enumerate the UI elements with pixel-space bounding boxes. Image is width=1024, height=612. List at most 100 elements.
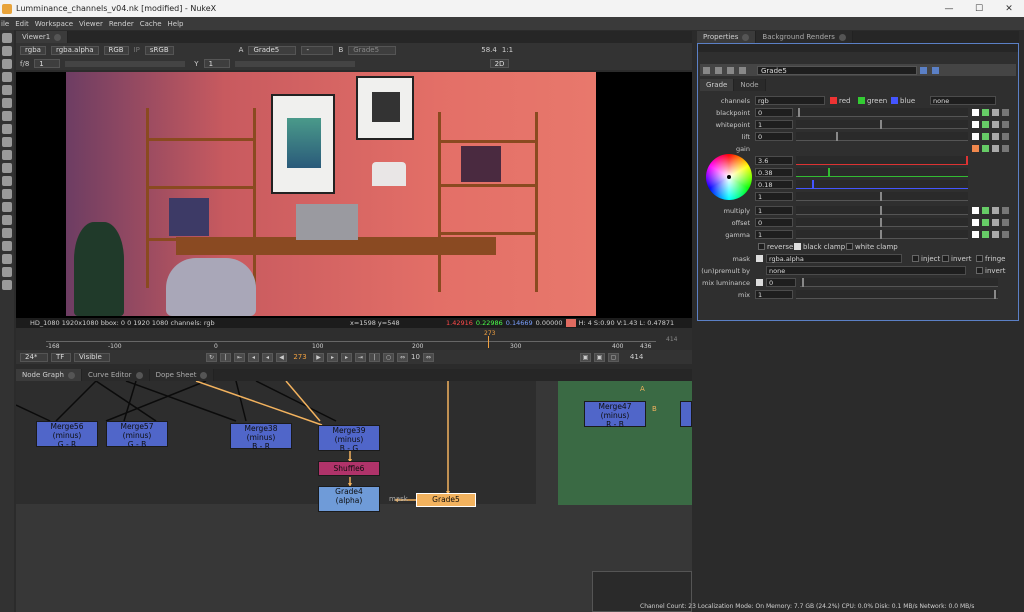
split-icon[interactable] <box>992 133 999 140</box>
color-picker-icon[interactable] <box>982 145 989 152</box>
mix-luminance-slider[interactable] <box>800 278 998 287</box>
invert-checkbox[interactable]: invert <box>942 255 971 263</box>
close-tab-icon[interactable] <box>200 371 208 379</box>
channels-dropdown[interactable]: rgb <box>755 96 825 105</box>
deep-nodes-icon[interactable] <box>2 202 12 212</box>
swatch-icon[interactable] <box>972 207 979 214</box>
color-picker-icon[interactable] <box>982 219 989 226</box>
first-frame-icon[interactable]: | <box>220 352 231 362</box>
subtab-node[interactable]: Node <box>734 79 766 91</box>
blackpoint-handle[interactable] <box>798 108 800 117</box>
keyer-nodes-icon[interactable] <box>2 111 12 121</box>
inject-checkbox[interactable]: inject <box>912 255 940 263</box>
particles-nodes-icon[interactable] <box>2 189 12 199</box>
whitepoint-field[interactable]: 1 <box>755 120 793 129</box>
next-frame-icon[interactable]: ▸ <box>327 352 338 362</box>
next-increment-icon[interactable]: ▸ <box>341 352 352 362</box>
prev-keyframe-icon[interactable]: ⇤ <box>234 352 245 362</box>
split-icon[interactable] <box>992 109 999 116</box>
lift-handle[interactable] <box>836 132 838 141</box>
node-name-field[interactable]: Grade5 <box>757 65 917 75</box>
node-grade4[interactable]: Grade4 (alpha) <box>318 486 380 512</box>
mix-luminance-handle[interactable] <box>802 278 804 287</box>
visible-dropdown[interactable]: Visible <box>74 352 110 362</box>
channel-red-checkbox[interactable]: red <box>830 97 850 105</box>
gain-r-slider[interactable] <box>796 156 968 165</box>
gain-b-slider[interactable] <box>796 180 968 189</box>
blackpoint-field[interactable]: 0 <box>755 108 793 117</box>
mix-handle[interactable] <box>994 290 996 299</box>
bounce-icon[interactable]: ⇔ <box>422 352 434 362</box>
gain-b-handle[interactable] <box>812 180 814 189</box>
menu-render[interactable]: Render <box>109 20 140 28</box>
close-tab-icon[interactable] <box>135 371 143 379</box>
node-graph-canvas[interactable]: Merge56 (minus) G - R Merge57 (minus) G - … <box>16 381 692 612</box>
swatch-icon[interactable] <box>972 109 979 116</box>
color-picker-icon[interactable] <box>982 231 989 238</box>
input-b-dropdown[interactable]: Grade5 <box>348 45 397 55</box>
split-icon[interactable] <box>992 231 999 238</box>
minimize-button[interactable]: — <box>934 0 964 17</box>
fps-dropdown[interactable]: 24* <box>20 352 48 362</box>
image-nodes-icon[interactable] <box>2 33 12 43</box>
node-revert-icon[interactable] <box>920 66 927 74</box>
multiply-slider[interactable] <box>796 206 968 215</box>
fstop-field[interactable]: 1 <box>34 59 61 68</box>
transform-nodes-icon[interactable] <box>2 137 12 147</box>
swatch-icon[interactable] <box>972 133 979 140</box>
whitepoint-slider[interactable] <box>796 120 968 129</box>
node-undo-icon[interactable] <box>932 66 939 74</box>
reverse-checkbox[interactable]: reverse <box>758 243 793 251</box>
tab-node-graph[interactable]: Node Graph <box>16 369 82 381</box>
furnace-nodes-icon[interactable] <box>2 241 12 251</box>
alpha-dropdown[interactable]: rgba.alpha <box>50 45 99 55</box>
node-close-icon[interactable] <box>727 66 734 74</box>
multiply-handle[interactable] <box>880 206 882 215</box>
channel-blue-checkbox[interactable]: blue <box>891 97 915 105</box>
render-icon[interactable]: ▣ <box>593 352 605 362</box>
gain-g-field[interactable]: 0.38 <box>755 168 793 177</box>
timeline-ruler[interactable] <box>46 336 656 342</box>
node-merge39[interactable]: Merge39 (minus) B - G <box>318 425 380 453</box>
maximize-button[interactable]: ☐ <box>964 0 994 17</box>
menu-help[interactable]: Help <box>168 20 190 28</box>
timeline[interactable]: 273 -168 -100 0 100 200 300 400 436 414 <box>16 328 692 350</box>
offset-handle[interactable] <box>880 218 882 227</box>
time-nodes-icon[interactable] <box>2 59 12 69</box>
menu-workspace[interactable]: Workspace <box>35 20 79 28</box>
mix-luminance-checkbox[interactable] <box>756 279 763 286</box>
color-picker-icon[interactable] <box>982 121 989 128</box>
ofx-nodes-icon[interactable] <box>2 254 12 264</box>
swatch-icon[interactable] <box>972 121 979 128</box>
gain-swatch-icon[interactable] <box>972 145 979 152</box>
channel-nodes-icon[interactable] <box>2 72 12 82</box>
animation-icon[interactable] <box>1002 219 1009 226</box>
mix-slider[interactable] <box>796 290 998 299</box>
node-merge57[interactable]: Merge57 (minus) G - B <box>106 421 168 449</box>
close-tab-icon[interactable] <box>838 33 846 41</box>
menu-edit[interactable]: Edit <box>15 20 35 28</box>
play-backward-icon[interactable]: ◀ <box>276 352 287 362</box>
animation-icon[interactable] <box>1002 121 1009 128</box>
gain-b-field[interactable]: 0.18 <box>755 180 793 189</box>
tab-background-renders[interactable]: Background Renders <box>756 31 853 43</box>
color-picker-icon[interactable] <box>982 207 989 214</box>
tf-dropdown[interactable]: TF <box>51 352 71 362</box>
view-mode-dropdown[interactable]: 2D <box>489 59 510 68</box>
gain-r-field[interactable]: 3.6 <box>755 156 793 165</box>
gain-g-handle[interactable] <box>828 168 830 177</box>
loop-icon[interactable]: ↻ <box>206 352 217 362</box>
gamma-slider[interactable] <box>234 60 355 67</box>
views-nodes-icon[interactable] <box>2 163 12 173</box>
color-picker-icon[interactable] <box>982 133 989 140</box>
play-forward-icon[interactable]: ▶ <box>313 352 324 362</box>
node-merge38[interactable]: Merge38 (minus) B - R <box>230 423 292 451</box>
node-viewer-icon[interactable] <box>715 66 722 74</box>
node-merge47[interactable]: Merge47 (minus) R - B <box>584 401 646 429</box>
black-clamp-checkbox[interactable]: black clamp <box>794 243 845 251</box>
playback-mode-icon[interactable]: ○ <box>383 352 394 362</box>
other-nodes-icon[interactable] <box>2 228 12 238</box>
increment-icon[interactable]: ⇔ <box>397 352 408 362</box>
node-float-icon[interactable] <box>739 66 746 74</box>
playhead[interactable] <box>488 336 489 348</box>
